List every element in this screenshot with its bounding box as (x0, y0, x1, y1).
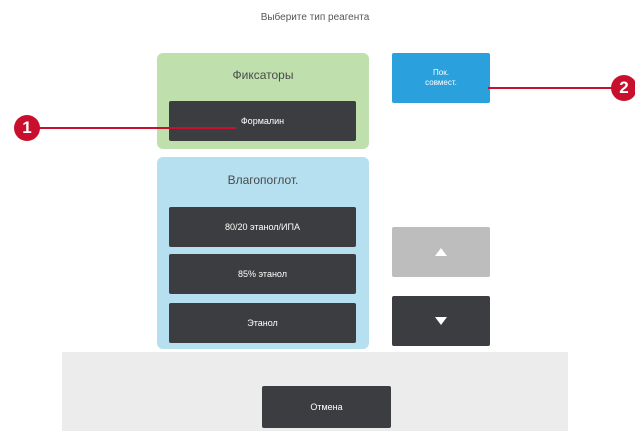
dehydrants-group-label: Влагопоглот. (227, 173, 299, 187)
callout-1-marker: 1 (14, 115, 40, 141)
show-compatible-button[interactable]: Пок. совмест. (392, 53, 490, 103)
dialog-footer: Отмена (62, 352, 568, 431)
dehydrants-group: Влагопоглот. 80/20 этанол/ИПА 85% этанол… (157, 157, 369, 349)
scroll-up-button[interactable] (392, 227, 490, 277)
fixatives-group: Фиксаторы Формалин (157, 53, 369, 149)
fixatives-group-label: Фиксаторы (232, 68, 294, 82)
reagent-button-ethanol[interactable]: Этанол (169, 303, 356, 343)
show-compatible-label-line1: Пок. (433, 68, 449, 77)
reagent-button-ethanol-ipa[interactable]: 80/20 этанол/ИПА (169, 207, 356, 247)
cancel-button[interactable]: Отмена (262, 386, 391, 428)
reagent-button-formalin[interactable]: Формалин (169, 101, 356, 141)
reagent-type-dialog: Выберите тип реагента Фиксаторы Формалин… (62, 0, 568, 431)
triangle-down-icon (435, 317, 447, 325)
callout-2-marker: 2 (611, 75, 635, 101)
callout-1-line (26, 127, 236, 129)
dialog-title: Выберите тип реагента (260, 12, 370, 23)
triangle-up-icon (435, 248, 447, 256)
callout-2-line (488, 87, 624, 89)
scroll-down-button[interactable] (392, 296, 490, 346)
show-compatible-label-line2: совмест. (425, 78, 457, 87)
reagent-button-ethanol-85[interactable]: 85% этанол (169, 254, 356, 294)
